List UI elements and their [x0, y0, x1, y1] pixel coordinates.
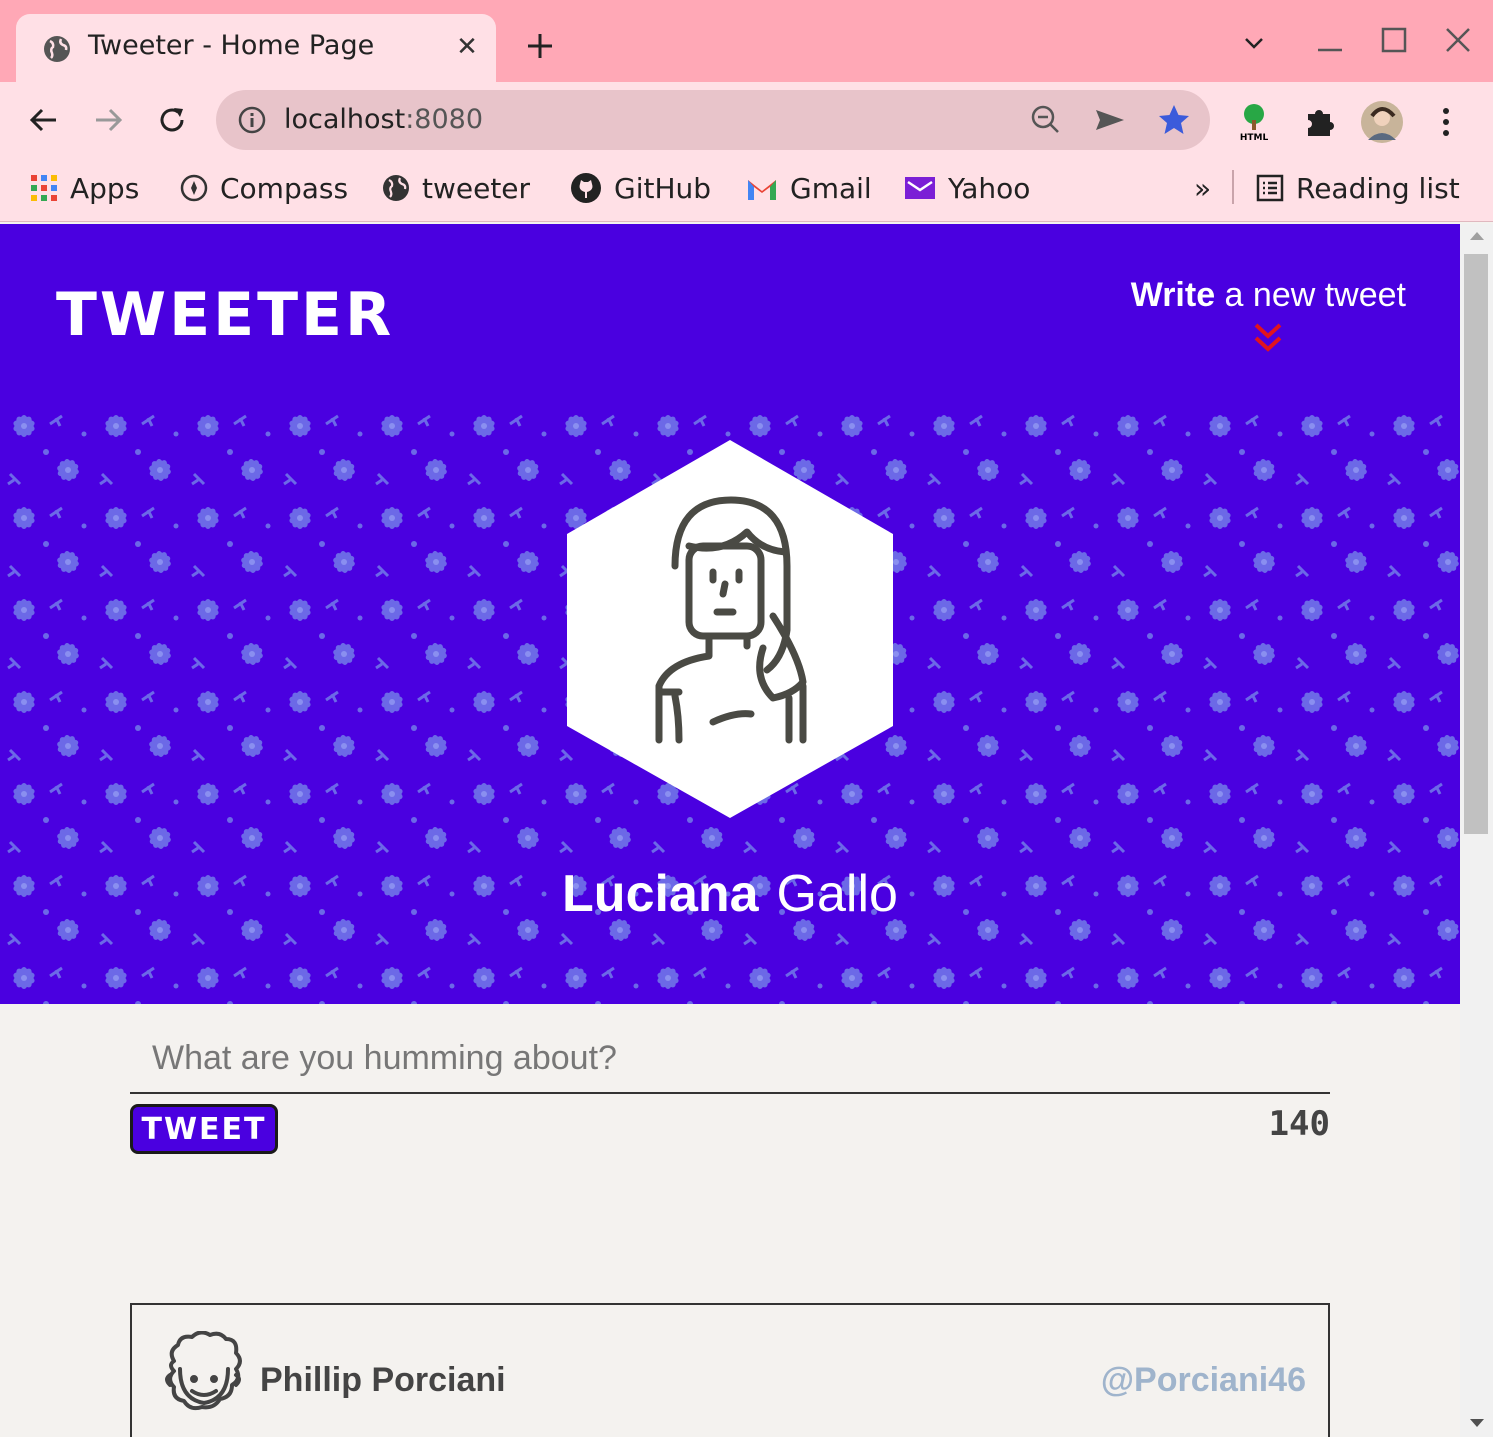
url-text: localhost:8080	[284, 104, 484, 135]
scroll-down-arrow-icon[interactable]	[1470, 1419, 1484, 1427]
maximize-icon[interactable]	[1376, 24, 1412, 60]
bookmark-label: Yahoo	[948, 171, 1031, 205]
tweet-submit-button[interactable]: TWEET	[130, 1104, 278, 1154]
globe-icon	[383, 175, 409, 201]
yahoo-mail-icon	[905, 177, 935, 199]
active-tab[interactable]: Tweeter - Home Page ✕	[16, 14, 496, 84]
bookmarks-bar: Apps Compass tweeter GitHub Gmail Yahoo …	[0, 158, 1493, 222]
gmail-icon	[748, 180, 776, 200]
site-navbar: TWEETER Write a new tweet	[0, 224, 1460, 404]
svg-text:HTML: HTML	[1240, 133, 1269, 143]
tab-title: Tweeter - Home Page	[88, 30, 375, 61]
more-bookmarks-button[interactable]: »	[1194, 168, 1211, 208]
bookmark-yahoo[interactable]: Yahoo	[904, 168, 1030, 208]
extensions-puzzle-icon[interactable]	[1298, 100, 1342, 144]
bookmark-label: GitHub	[614, 171, 712, 205]
tab-close-icon[interactable]: ✕	[452, 32, 482, 62]
browser-toolbar: localhost:8080 HTML	[0, 82, 1493, 158]
bookmark-label: Apps	[70, 171, 140, 205]
curly-hair-man-avatar-icon	[165, 1331, 242, 1411]
character-counter: 140	[1268, 1104, 1330, 1144]
profile-name: Luciana Gallo	[0, 864, 1460, 924]
reading-list-label: Reading list	[1296, 171, 1460, 205]
bookmark-label: Gmail	[790, 171, 872, 205]
bookmark-label: tweeter	[422, 171, 531, 205]
tab-search-chevron-icon[interactable]	[1236, 24, 1272, 60]
apps-grid-icon	[31, 175, 57, 201]
reload-icon[interactable]	[152, 100, 192, 140]
tweet-card: Phillip Porciani @Porciani46	[130, 1303, 1330, 1437]
compass-icon	[180, 174, 208, 202]
last-name: Gallo	[776, 865, 898, 923]
browser-menu-icon[interactable]	[1424, 100, 1468, 144]
html-tree-extension-icon[interactable]: HTML	[1232, 100, 1276, 144]
reading-list-button[interactable]: Reading list	[1256, 168, 1460, 208]
tweet-author-handle: @Porciani46	[1100, 1361, 1306, 1399]
page-scrollbar[interactable]	[1460, 224, 1493, 1437]
globe-icon	[44, 36, 70, 62]
tweet-author-name: Phillip Porciani	[260, 1361, 506, 1399]
write-new-tweet-toggle[interactable]: Write a new tweet	[1131, 276, 1406, 355]
profile-avatar-hexagon	[567, 440, 893, 818]
first-name: Luciana	[562, 865, 759, 923]
bookmark-star-icon[interactable]	[1156, 102, 1192, 138]
new-tweet-form: TWEET 140	[130, 1024, 1330, 1154]
reading-list-icon	[1256, 174, 1284, 202]
tab-strip: Tweeter - Home Page ✕	[0, 0, 1493, 84]
bookmark-tweeter[interactable]: tweeter	[382, 168, 530, 208]
bookmark-gmail[interactable]: Gmail	[746, 168, 872, 208]
bookmark-github[interactable]: GitHub	[570, 168, 711, 208]
scroll-up-arrow-icon[interactable]	[1470, 232, 1484, 240]
profile-avatar[interactable]	[1360, 100, 1404, 144]
tweet-text-input[interactable]	[130, 1024, 1330, 1094]
brand-logo[interactable]: TWEETER	[56, 280, 394, 350]
page-viewport: TWEETER Write a new tweet Luciana Gallo …	[0, 224, 1460, 1437]
more-bookmarks-chevron-icon: »	[1194, 171, 1212, 205]
scrollbar-thumb[interactable]	[1464, 254, 1488, 834]
zoom-icon[interactable]	[1028, 102, 1064, 138]
back-arrow-icon[interactable]	[24, 100, 64, 140]
close-window-icon[interactable]	[1440, 24, 1476, 60]
github-icon	[571, 173, 601, 203]
minimize-icon[interactable]	[1312, 24, 1348, 60]
double-chevron-down-icon[interactable]	[1253, 321, 1283, 355]
profile-header: Luciana Gallo	[0, 404, 1460, 1004]
bookmark-compass[interactable]: Compass	[180, 168, 348, 208]
bookmark-label: Compass	[220, 171, 349, 205]
forward-arrow-icon[interactable]	[88, 100, 128, 140]
bookmark-apps[interactable]: Apps	[30, 168, 139, 208]
bookmarks-divider	[1232, 170, 1234, 204]
address-bar[interactable]: localhost:8080	[216, 90, 1210, 150]
site-info-icon[interactable]	[236, 104, 268, 136]
new-tab-plus-icon[interactable]	[522, 28, 558, 64]
compose-label: Write a new tweet	[1130, 276, 1406, 314]
send-icon[interactable]	[1092, 102, 1128, 138]
